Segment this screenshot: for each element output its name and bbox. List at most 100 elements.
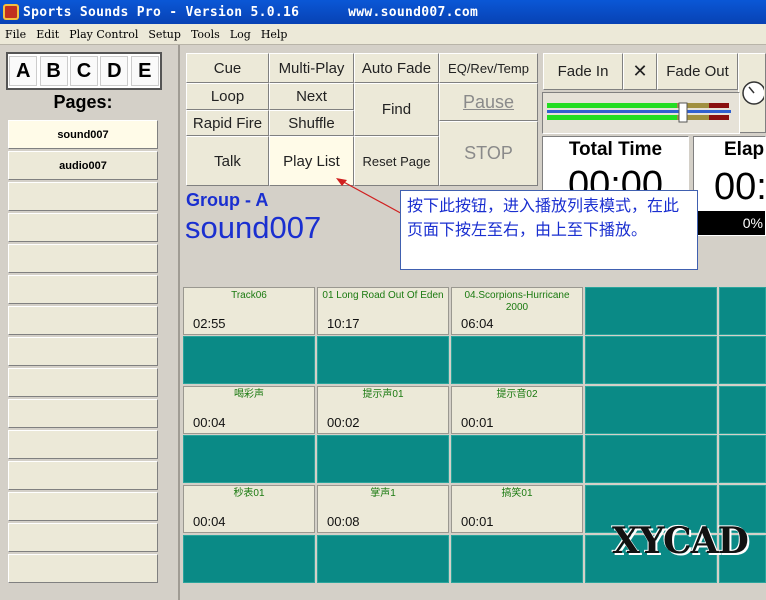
sound-cell[interactable]: Track06 02:55 bbox=[183, 287, 315, 335]
elapsed-time-value: 00: bbox=[714, 166, 766, 208]
menu-file[interactable]: File bbox=[0, 28, 31, 41]
track-name: 喝彩声 bbox=[234, 389, 264, 400]
group-label: Group - A bbox=[186, 190, 269, 210]
page-item-empty[interactable] bbox=[8, 337, 158, 366]
bank-e-button[interactable]: E bbox=[130, 56, 159, 86]
fade-in-button[interactable]: Fade In bbox=[543, 53, 623, 90]
menu-help[interactable]: Help bbox=[256, 28, 293, 41]
empty-sound-cell[interactable] bbox=[451, 535, 583, 583]
empty-sound-cell[interactable] bbox=[451, 435, 583, 483]
page-item-empty[interactable] bbox=[8, 306, 158, 335]
sound-cell[interactable]: 秒表01 00:04 bbox=[183, 485, 315, 533]
clock-icon[interactable] bbox=[738, 53, 766, 133]
empty-sound-cell[interactable] bbox=[585, 336, 717, 384]
sound-cell[interactable]: 提示声01 00:02 bbox=[317, 386, 449, 434]
track-duration: 00:04 bbox=[193, 514, 226, 529]
menu-setup[interactable]: Setup bbox=[143, 28, 186, 41]
elapsed-time-display: Elap 00: 0% bbox=[693, 136, 766, 236]
sound-cell[interactable]: 喝彩声 00:04 bbox=[183, 386, 315, 434]
track-duration: 00:01 bbox=[461, 514, 494, 529]
sound-cell[interactable]: 01 Long Road Out Of Eden 10:17 bbox=[317, 287, 449, 335]
bank-b-button[interactable]: B bbox=[39, 56, 68, 86]
bank-c-button[interactable]: C bbox=[69, 56, 98, 86]
empty-sound-cell[interactable] bbox=[585, 287, 717, 335]
empty-sound-cell[interactable] bbox=[585, 386, 717, 434]
empty-sound-cell[interactable] bbox=[451, 336, 583, 384]
menu-play-control[interactable]: Play Control bbox=[64, 28, 143, 41]
track-name: 搞笑01 bbox=[501, 488, 533, 499]
page-item-audio007[interactable]: audio007 bbox=[8, 151, 158, 180]
page-item-empty[interactable] bbox=[8, 213, 158, 242]
sound-cell[interactable]: 提示音02 00:01 bbox=[451, 386, 583, 434]
next-button[interactable]: Next bbox=[269, 83, 354, 110]
title-bar: Sports Sounds Pro - Version 5.0.16 www.s… bbox=[0, 0, 766, 24]
annotation-callout: 按下此按钮，进入播放列表模式，在此页面下按左至右，由上至下播放。 bbox=[400, 190, 698, 270]
empty-sound-cell[interactable] bbox=[719, 435, 766, 483]
empty-sound-cell[interactable] bbox=[317, 535, 449, 583]
page-item-sound007[interactable]: sound007 bbox=[8, 120, 158, 149]
loop-button[interactable]: Loop bbox=[186, 83, 269, 110]
page-item-empty[interactable] bbox=[8, 244, 158, 273]
empty-sound-cell[interactable] bbox=[183, 535, 315, 583]
auto-fade-button[interactable]: Auto Fade bbox=[354, 53, 439, 83]
multi-play-button[interactable]: Multi-Play bbox=[269, 53, 354, 83]
track-name: 提示音02 bbox=[496, 389, 538, 400]
close-icon[interactable]: ✕ bbox=[623, 53, 657, 90]
empty-sound-cell[interactable] bbox=[317, 336, 449, 384]
track-duration: 10:17 bbox=[327, 316, 360, 331]
track-name: Track06 bbox=[231, 290, 267, 301]
elapsed-progress-bar: 0% bbox=[694, 211, 765, 235]
pause-button[interactable]: Pause bbox=[439, 83, 538, 121]
bank-d-button[interactable]: D bbox=[100, 56, 129, 86]
bank-a-button[interactable]: A bbox=[9, 56, 38, 86]
page-item-empty[interactable] bbox=[8, 492, 158, 521]
watermark-logo: XYCAD bbox=[612, 520, 749, 562]
menu-bar: File Edit Play Control Setup Tools Log H… bbox=[0, 24, 766, 45]
page-item-empty[interactable] bbox=[8, 461, 158, 490]
empty-sound-cell[interactable] bbox=[183, 435, 315, 483]
empty-sound-cell[interactable] bbox=[719, 287, 766, 335]
empty-sound-cell[interactable] bbox=[719, 336, 766, 384]
empty-sound-cell[interactable] bbox=[585, 435, 717, 483]
menu-edit[interactable]: Edit bbox=[31, 28, 64, 41]
track-duration: 02:55 bbox=[193, 316, 226, 331]
talk-button[interactable]: Talk bbox=[186, 136, 269, 186]
shuffle-button[interactable]: Shuffle bbox=[269, 110, 354, 136]
page-item-empty[interactable] bbox=[8, 275, 158, 304]
cue-button[interactable]: Cue bbox=[186, 53, 269, 83]
empty-sound-cell[interactable] bbox=[183, 336, 315, 384]
total-time-label: Total Time bbox=[568, 139, 663, 160]
page-item-empty[interactable] bbox=[8, 399, 158, 428]
find-button[interactable]: Find bbox=[354, 83, 439, 136]
callout-arrow bbox=[336, 178, 407, 217]
track-name: 04.Scorpions-Hurricane 2000 bbox=[464, 290, 570, 313]
empty-sound-cell[interactable] bbox=[719, 386, 766, 434]
page-item-empty[interactable] bbox=[8, 368, 158, 397]
page-item-empty[interactable] bbox=[8, 430, 158, 459]
pages-label: Pages: bbox=[53, 92, 113, 112]
stop-button[interactable]: STOP bbox=[439, 121, 538, 186]
elapsed-time-label: Elap bbox=[724, 139, 765, 160]
volume-slider[interactable] bbox=[542, 92, 740, 134]
track-duration: 06:04 bbox=[461, 316, 494, 331]
eq-rev-temp-button[interactable]: EQ/Rev/Temp bbox=[439, 53, 538, 83]
page-item-empty[interactable] bbox=[8, 554, 158, 583]
menu-log[interactable]: Log bbox=[225, 28, 256, 41]
app-icon bbox=[3, 4, 19, 20]
sound-cell[interactable]: 搞笑01 00:01 bbox=[451, 485, 583, 533]
bank-selector: A B C D E bbox=[6, 52, 162, 90]
volume-meter-graphic bbox=[547, 102, 731, 123]
menu-tools[interactable]: Tools bbox=[186, 28, 225, 41]
sound-cell[interactable]: 掌声1 00:08 bbox=[317, 485, 449, 533]
fade-out-button[interactable]: Fade Out bbox=[657, 53, 738, 90]
empty-sound-cell[interactable] bbox=[317, 435, 449, 483]
track-name: 秒表01 bbox=[233, 488, 265, 499]
window-title: Sports Sounds Pro - Version 5.0.16 www.s… bbox=[23, 4, 479, 20]
rapid-fire-button[interactable]: Rapid Fire bbox=[186, 110, 269, 136]
track-duration: 00:02 bbox=[327, 415, 360, 430]
page-item-empty[interactable] bbox=[8, 523, 158, 552]
page-item-empty[interactable] bbox=[8, 182, 158, 211]
track-duration: 00:04 bbox=[193, 415, 226, 430]
sound-cell[interactable]: 04.Scorpions-Hurricane 2000 06:04 bbox=[451, 287, 583, 335]
page-list: sound007 audio007 bbox=[8, 120, 158, 585]
